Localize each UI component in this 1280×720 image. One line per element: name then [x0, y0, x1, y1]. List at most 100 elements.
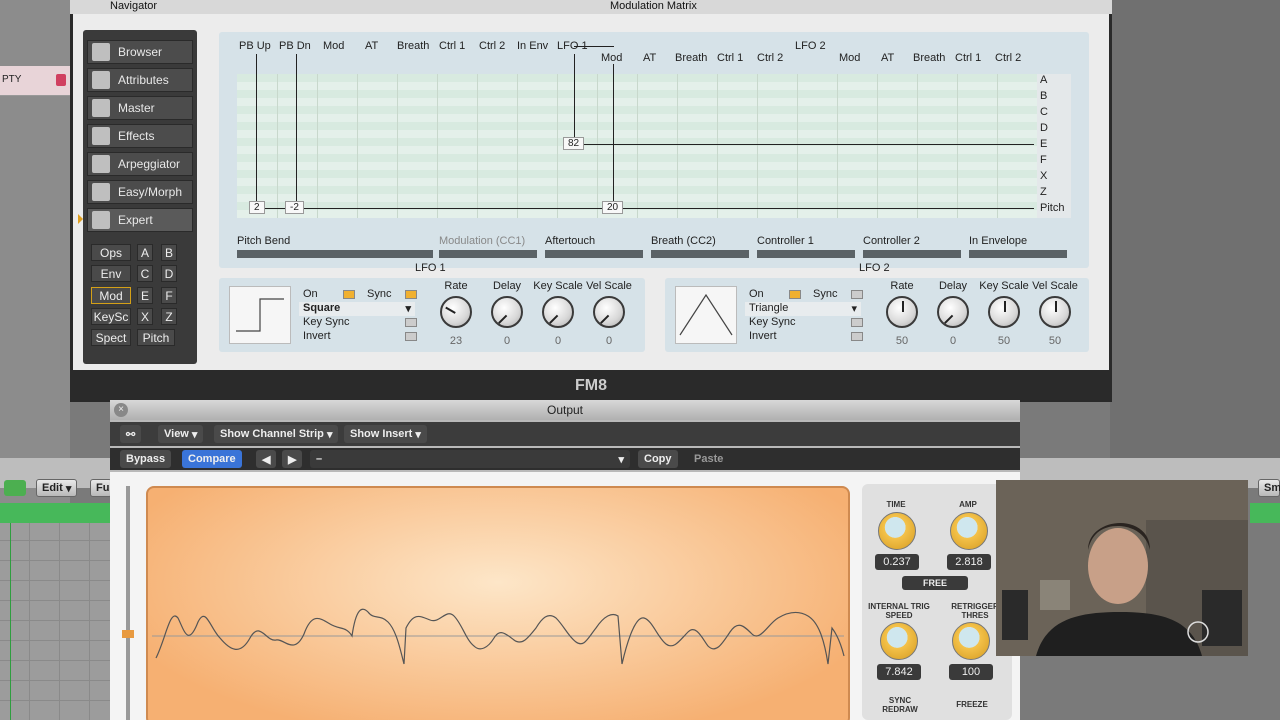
source-lfo1-at[interactable]: AT [643, 52, 656, 64]
lfo1-invert-toggle[interactable] [405, 332, 417, 341]
trig-speed-knob[interactable] [880, 622, 918, 660]
source-lfo2-ctrl1[interactable]: Ctrl 1 [955, 52, 981, 64]
nav-browser[interactable]: Browser [87, 40, 193, 64]
catch-icon[interactable] [4, 480, 26, 496]
nav-sub-mod[interactable]: Mod [91, 287, 131, 304]
source-in-env[interactable]: In Env [517, 40, 548, 52]
dest-c[interactable]: C [1037, 106, 1071, 122]
nav-sub-a[interactable]: A [137, 244, 153, 261]
retrigger-thres-knob[interactable] [952, 622, 990, 660]
nav-sub-z[interactable]: Z [161, 308, 177, 325]
trig-speed-display[interactable]: 7.842 [877, 664, 921, 680]
bypass-button[interactable]: Bypass [120, 450, 172, 468]
show-insert-button[interactable]: Show Insert ▾ [344, 425, 427, 443]
nav-sub-spect[interactable]: Spect [91, 329, 131, 346]
lfo1-sync-toggle[interactable] [405, 290, 417, 299]
dest-z[interactable]: Z [1037, 186, 1071, 202]
source-pb-up[interactable]: PB Up [239, 40, 271, 52]
nav-sub-d[interactable]: D [161, 265, 177, 282]
lfo2-sync-toggle[interactable] [851, 290, 863, 299]
paste-button[interactable]: Paste [688, 450, 729, 468]
source-lfo1-ctrl1[interactable]: Ctrl 1 [717, 52, 743, 64]
view-menu-button[interactable]: View ▾ [158, 425, 204, 443]
ctrl-controller2-bar[interactable] [863, 250, 961, 258]
lfo2-keysync-toggle[interactable] [851, 318, 863, 327]
nav-sub-e[interactable]: E [137, 287, 153, 304]
nav-sub-env[interactable]: Env [91, 265, 131, 282]
nav-easy-morph[interactable]: Easy/Morph [87, 180, 193, 204]
dest-e[interactable]: E [1037, 138, 1071, 154]
ctrl-in-envelope-bar[interactable] [969, 250, 1067, 258]
lfo2-on-toggle[interactable] [789, 290, 801, 299]
source-breath[interactable]: Breath [397, 40, 429, 52]
dest-b[interactable]: B [1037, 90, 1071, 106]
ctrl-modulation-bar[interactable] [439, 250, 537, 258]
edit-menu-button[interactable]: Edit ▾ [36, 479, 78, 497]
dest-d[interactable]: D [1037, 122, 1071, 138]
retrigger-thres-display[interactable]: 100 [949, 664, 993, 680]
lfo2-keyscale-knob[interactable] [988, 296, 1020, 328]
source-pb-dn[interactable]: PB Dn [279, 40, 311, 52]
source-at[interactable]: AT [365, 40, 378, 52]
matrix-value-pb-up[interactable]: 2 [249, 201, 265, 214]
lfo1-keysync-toggle[interactable] [405, 318, 417, 327]
nav-attributes[interactable]: Attributes [87, 68, 193, 92]
gain-slider-handle[interactable] [122, 630, 134, 638]
lfo2-rate-knob[interactable] [886, 296, 918, 328]
matrix-value-lfo1-pitch[interactable]: 20 [602, 201, 624, 214]
lfo1-rate-knob[interactable] [440, 296, 472, 328]
source-lfo2-breath[interactable]: Breath [913, 52, 945, 64]
nav-sub-x[interactable]: X [137, 308, 153, 325]
dest-f[interactable]: F [1037, 154, 1071, 170]
lfo2-wave-select[interactable]: Triangle ▾ [745, 302, 861, 316]
nav-sub-c[interactable]: C [137, 265, 153, 282]
nav-sub-b[interactable]: B [161, 244, 177, 261]
previous-preset-icon[interactable]: ◀ [256, 450, 277, 468]
source-ctrl2[interactable]: Ctrl 2 [479, 40, 505, 52]
nav-expert[interactable]: Expert [87, 208, 193, 232]
amp-value-display[interactable]: 2.818 [947, 554, 991, 570]
lfo2-velscale-knob[interactable] [1039, 296, 1071, 328]
ctrl-pitch-bend-bar[interactable] [237, 250, 433, 258]
nav-sub-f[interactable]: F [161, 287, 177, 304]
source-mod[interactable]: Mod [323, 40, 344, 52]
time-knob[interactable] [878, 512, 916, 550]
amp-knob[interactable] [950, 512, 988, 550]
copy-button[interactable]: Copy [638, 450, 678, 468]
ruler-bar[interactable] [0, 503, 110, 523]
lfo2-delay-knob[interactable] [937, 296, 969, 328]
source-lfo2-mod[interactable]: Mod [839, 52, 860, 64]
lfo1-wave-select[interactable]: Square ▾ [299, 302, 415, 316]
nav-arpeggiator[interactable]: Arpeggiator [87, 152, 193, 176]
nav-sub-ops[interactable]: Ops [91, 244, 131, 261]
playhead[interactable] [10, 523, 11, 720]
matrix-grid[interactable] [237, 74, 1037, 218]
source-ctrl1[interactable]: Ctrl 1 [439, 40, 465, 52]
ruler-bar-right[interactable] [1250, 503, 1280, 523]
lfo1-on-toggle[interactable] [343, 290, 355, 299]
time-value-display[interactable]: 0.237 [875, 554, 919, 570]
arrange-grid[interactable] [0, 523, 110, 720]
snap-menu-button[interactable]: Sma [1258, 479, 1280, 497]
source-lfo2-ctrl2[interactable]: Ctrl 2 [995, 52, 1021, 64]
free-button[interactable]: FREE [902, 576, 968, 590]
nav-sub-keysc[interactable]: KeySc [91, 308, 131, 325]
dest-x[interactable]: X [1037, 170, 1071, 186]
output-title-bar[interactable]: Output [110, 400, 1020, 420]
lfo2-invert-toggle[interactable] [851, 332, 863, 341]
matrix-value-lfo1-e[interactable]: 82 [563, 137, 585, 150]
gain-slider-track[interactable] [126, 486, 130, 720]
compare-button[interactable]: Compare [182, 450, 242, 468]
source-lfo2-at[interactable]: AT [881, 52, 894, 64]
preset-select[interactable]: – ▾ [310, 450, 630, 468]
lfo1-keyscale-knob[interactable] [542, 296, 574, 328]
source-lfo1-ctrl2[interactable]: Ctrl 2 [757, 52, 783, 64]
close-icon[interactable]: × [114, 403, 128, 417]
nav-sub-pitch[interactable]: Pitch [137, 329, 175, 346]
link-icon[interactable]: ⚯ [120, 425, 142, 443]
dest-a[interactable]: A [1037, 74, 1071, 90]
record-icon[interactable] [56, 74, 66, 86]
source-lfo1-breath[interactable]: Breath [675, 52, 707, 64]
nav-effects[interactable]: Effects [87, 124, 193, 148]
selected-track-row[interactable]: PTY [0, 66, 70, 96]
